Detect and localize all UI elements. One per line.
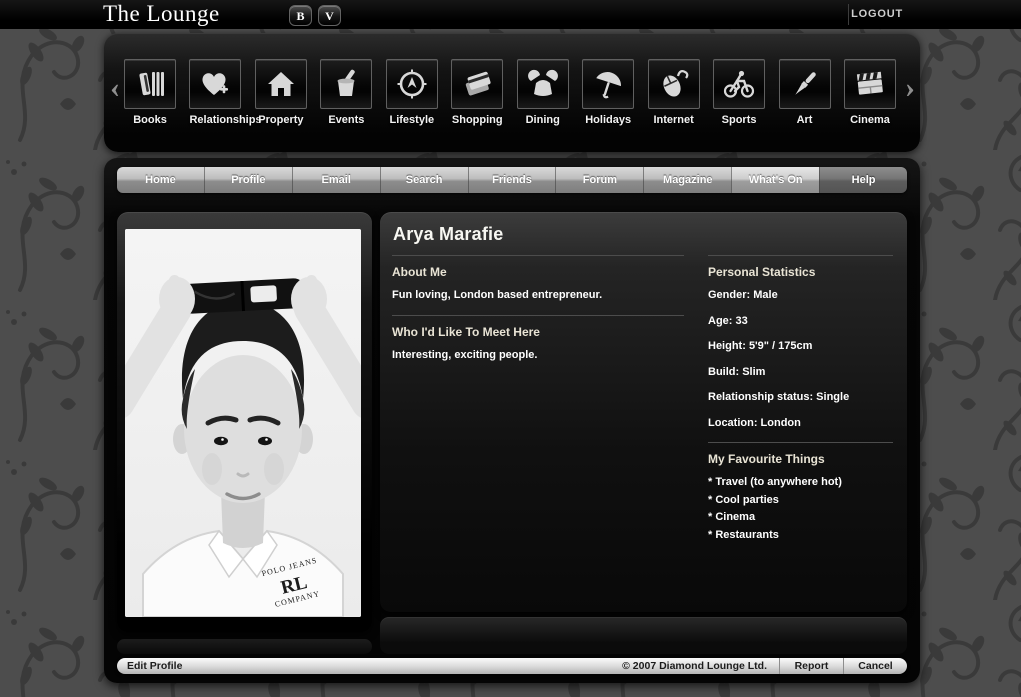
crab-icon	[516, 59, 569, 109]
champagne-bucket-icon	[320, 59, 373, 109]
mouse-icon	[647, 59, 700, 109]
category-label: Internet	[653, 114, 694, 126]
clapperboard-icon	[843, 59, 896, 109]
category-label: Property	[258, 114, 304, 126]
divider	[708, 442, 893, 443]
category-art[interactable]: Art	[778, 59, 831, 126]
paintbrush-icon	[778, 59, 831, 109]
tab-magazine[interactable]: Magazine	[643, 167, 732, 193]
divider	[392, 315, 684, 316]
category-relationships[interactable]: Relationships	[189, 59, 262, 126]
stat-location: Location: London	[708, 416, 801, 429]
favourite-item: * Cinema	[708, 511, 756, 523]
house-icon	[254, 59, 307, 109]
favourite-item: * Cool parties	[708, 493, 779, 506]
category-label: Shopping	[451, 114, 503, 126]
tab-whats-on[interactable]: What's On	[731, 167, 820, 193]
credit-cards-icon	[451, 59, 504, 109]
category-label: Sports	[721, 114, 757, 126]
carousel-left-arrow-icon[interactable]: ‹	[107, 69, 123, 109]
stat-height: Height: 5'9" / 175cm	[708, 340, 813, 352]
category-books[interactable]: Books	[124, 59, 176, 126]
category-events[interactable]: Events	[320, 59, 373, 126]
stat-build: Build: Slim	[708, 365, 766, 378]
profile-name: Arya Marafie	[393, 224, 504, 244]
report-button[interactable]: Report	[779, 658, 843, 674]
category-label: Dining	[525, 114, 560, 126]
category-holidays[interactable]: Holidays	[582, 59, 635, 126]
divider	[708, 255, 893, 256]
category-cinema[interactable]: Cinema	[843, 59, 896, 126]
category-property[interactable]: Property	[254, 59, 307, 126]
category-label: Relationships	[189, 114, 262, 126]
nav-bar: Home Profile Email Search Friends Forum …	[117, 167, 907, 193]
site-logo: The Lounge	[103, 1, 220, 26]
category-label: Lifestyle	[389, 114, 435, 126]
category-label: Books	[133, 114, 167, 126]
badge-b-button[interactable]: B	[289, 5, 312, 26]
copyright-text: © 2007 Diamond Lounge Ltd.	[622, 660, 767, 672]
category-internet[interactable]: Internet	[647, 59, 700, 126]
edit-profile-button[interactable]: Edit Profile	[117, 660, 182, 672]
page: The Lounge B V LOGOUT ‹ › Books Relation…	[0, 0, 1021, 697]
cancel-button[interactable]: Cancel	[843, 658, 907, 674]
lower-panel-right	[380, 617, 907, 654]
category-label: Events	[328, 114, 365, 126]
cyclist-icon	[713, 59, 766, 109]
tab-profile[interactable]: Profile	[203, 167, 292, 193]
profile-left-column: About Me Fun loving, London based entrep…	[392, 255, 684, 546]
logout-button[interactable]: LOGOUT	[851, 8, 903, 20]
footer-bar: Edit Profile © 2007 Diamond Lounge Ltd. …	[117, 658, 907, 674]
category-label: Holidays	[585, 114, 632, 126]
profile-right-column: Personal Statistics Gender: Male Age: 33…	[708, 255, 893, 546]
favourite-item: * Travel (to anywhere hot)	[708, 476, 842, 488]
profile-photo: POLO JEANS RL COMPANY	[125, 229, 361, 617]
logout-divider	[848, 4, 849, 25]
main-content-panel: Home Profile Email Search Friends Forum …	[104, 158, 920, 683]
heart-plus-icon	[189, 59, 242, 109]
stat-age: Age: 33	[708, 314, 748, 327]
tab-search[interactable]: Search	[379, 167, 468, 193]
profile-info-panel: Arya Marafie About Me Fun loving, London…	[380, 212, 907, 612]
umbrella-icon	[582, 59, 635, 109]
top-bar: The Lounge B V LOGOUT	[0, 0, 1021, 29]
tab-help[interactable]: Help	[819, 167, 907, 193]
about-me-text: Fun loving, London based entrepreneur.	[392, 289, 603, 301]
about-me-heading: About Me	[392, 265, 447, 279]
tab-home[interactable]: Home	[117, 167, 204, 193]
tab-email[interactable]: Email	[291, 167, 380, 193]
category-dining[interactable]: Dining	[516, 59, 569, 126]
books-icon	[124, 59, 176, 109]
profile-photo-panel: POLO JEANS RL COMPANY	[117, 212, 372, 632]
tab-friends[interactable]: Friends	[467, 167, 556, 193]
favourite-item: * Restaurants	[708, 528, 779, 541]
category-label: Art	[796, 114, 813, 126]
category-sports[interactable]: Sports	[713, 59, 766, 126]
compass-icon	[385, 59, 438, 109]
category-shopping[interactable]: Shopping	[451, 59, 504, 126]
tab-forum[interactable]: Forum	[555, 167, 644, 193]
lower-panel-left	[117, 639, 372, 654]
stat-relationship: Relationship status: Single	[708, 391, 850, 403]
category-label: Cinema	[850, 114, 890, 126]
divider	[392, 255, 684, 256]
category-lifestyle[interactable]: Lifestyle	[385, 59, 438, 126]
meet-heading: Who I'd Like To Meet Here	[392, 325, 540, 339]
stats-heading: Personal Statistics	[708, 265, 816, 279]
favourites-heading: My Favourite Things	[708, 452, 825, 466]
meet-text: Interesting, exciting people.	[392, 349, 538, 361]
carousel-right-arrow-icon[interactable]: ›	[902, 69, 918, 109]
stat-gender: Gender: Male	[708, 289, 778, 301]
carousel-items: Books Relationships Property Events Life…	[124, 59, 896, 126]
badge-v-button[interactable]: V	[318, 5, 341, 26]
category-carousel: ‹ › Books Relationships Property Events …	[104, 33, 920, 152]
